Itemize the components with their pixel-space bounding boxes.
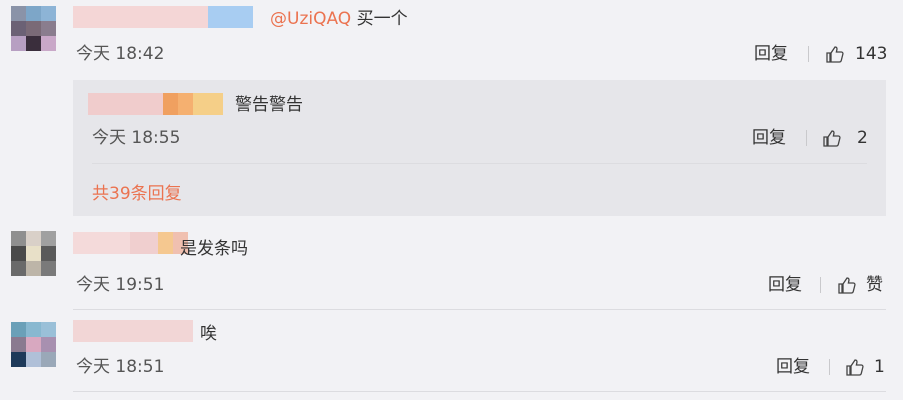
like-label: 赞 — [866, 275, 883, 295]
comment-time: 今天 18:42 — [76, 44, 165, 64]
username-blurred[interactable] — [73, 320, 193, 342]
reply-button[interactable]: 回复 — [776, 356, 810, 378]
like-count: 143 — [855, 44, 888, 64]
thumbs-up-icon[interactable] — [822, 128, 842, 148]
reply-text: 警告警告 — [235, 95, 303, 115]
username-blurred[interactable] — [88, 93, 223, 115]
like-count: 1 — [874, 357, 885, 377]
thumbs-up-icon[interactable] — [845, 357, 865, 377]
divider — [808, 46, 809, 62]
comment-text: 唉 — [200, 324, 217, 344]
avatar[interactable] — [11, 231, 56, 276]
more-replies-link[interactable]: 共39条回复 — [92, 179, 182, 204]
divider — [73, 309, 886, 310]
comment-text: 是发条吗 — [180, 239, 248, 259]
mention-link[interactable]: @UziQAQ — [270, 9, 351, 29]
username-blurred[interactable] — [73, 6, 253, 28]
reply-button[interactable]: 回复 — [754, 43, 788, 65]
divider — [829, 359, 830, 375]
thumbs-up-icon[interactable] — [825, 44, 845, 64]
divider — [806, 130, 807, 146]
reply-button[interactable]: 回复 — [768, 274, 802, 296]
username-blurred[interactable] — [73, 232, 188, 254]
divider — [92, 163, 867, 164]
avatar[interactable] — [11, 6, 56, 51]
comment-text: @UziQAQ 买一个 — [270, 9, 408, 29]
reply-time: 今天 18:55 — [92, 128, 181, 148]
avatar[interactable] — [11, 322, 56, 367]
divider — [820, 277, 821, 293]
reply-button[interactable]: 回复 — [752, 127, 786, 149]
thumbs-up-icon[interactable] — [837, 275, 857, 295]
like-count: 2 — [857, 128, 868, 148]
comment-time: 今天 19:51 — [76, 275, 165, 295]
comment-time: 今天 18:51 — [76, 357, 165, 377]
divider — [73, 391, 886, 392]
